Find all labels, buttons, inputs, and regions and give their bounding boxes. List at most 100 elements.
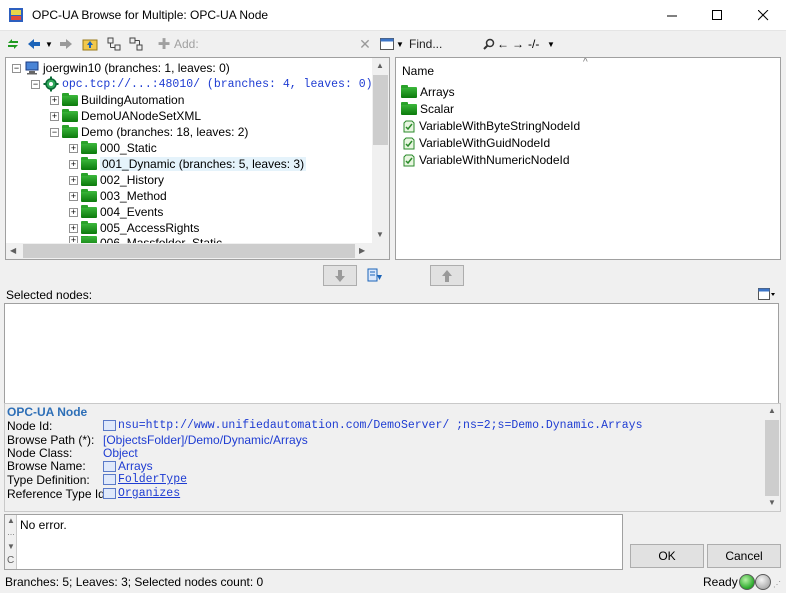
tree-node-label: 002_History — [100, 173, 165, 187]
tree-node[interactable]: − Demo (branches: 18, leaves: 2) — [50, 124, 248, 140]
message-scroll-down-icon[interactable]: ▼ — [7, 542, 15, 551]
collapse-tree-icon[interactable] — [128, 35, 144, 53]
message-more-icon[interactable]: … — [7, 528, 15, 537]
properties-scrollbar[interactable]: ▲ ▼ — [764, 404, 780, 511]
remove-from-selection-button[interactable] — [430, 265, 464, 286]
expand-icon[interactable]: + — [69, 191, 78, 201]
variable-icon — [403, 137, 415, 149]
tree-node-root[interactable]: − joergwin10 (branches: 1, leaves: 0) — [12, 60, 230, 76]
scroll-left-icon[interactable]: ◀ — [10, 246, 16, 255]
list-item[interactable]: VariableWithNumericNodeId — [401, 152, 570, 168]
collapse-icon[interactable]: − — [31, 79, 40, 89]
title-bar[interactable]: OPC-UA Browse for Multiple: OPC-UA Node — [0, 0, 786, 31]
expand-icon[interactable]: + — [69, 143, 78, 153]
find-previous-icon[interactable]: ← — [497, 35, 509, 53]
list-item[interactable]: VariableWithByteStringNodeId — [401, 118, 580, 134]
expand-icon[interactable]: + — [69, 175, 78, 185]
message-scroll-up-icon[interactable]: ▲ — [7, 516, 15, 525]
property-value-reference-type[interactable]: Organizes — [103, 487, 180, 500]
copy-icon[interactable]: C — [7, 555, 14, 566]
column-header-name[interactable]: Name — [402, 64, 434, 78]
resize-grip-icon[interactable]: ⋰ — [773, 580, 781, 589]
search-icon[interactable] — [482, 35, 496, 53]
scroll-up-icon[interactable]: ▲ — [768, 406, 776, 415]
close-button[interactable] — [740, 0, 786, 31]
ok-button[interactable]: OK — [630, 544, 704, 568]
find-options-icon[interactable] — [379, 35, 395, 53]
tree-node[interactable]: + DemoUANodeSetXML — [50, 108, 201, 124]
scroll-thumb[interactable] — [23, 244, 355, 258]
property-value-node-class[interactable]: Object — [103, 446, 138, 460]
list-item-label: Arrays — [420, 85, 455, 99]
variable-icon — [403, 120, 415, 132]
tree-node[interactable]: + BuildingAutomation — [50, 92, 184, 108]
link-icon — [103, 420, 116, 431]
find-options-dropdown-icon[interactable]: ▼ — [396, 35, 404, 53]
property-value-browse-name[interactable]: Arrays — [103, 459, 153, 473]
expand-icon[interactable]: + — [50, 95, 59, 105]
back-arrow-icon[interactable] — [26, 35, 42, 53]
tree-node[interactable]: + 000_Static — [69, 140, 157, 156]
property-label: Type Definition: — [7, 473, 90, 487]
find-input[interactable] — [409, 36, 479, 51]
tree-node[interactable]: + 004_Events — [69, 204, 163, 220]
tree-node-label: Demo (branches: 18, leaves: 2) — [81, 125, 249, 139]
find-scope-dropdown-icon[interactable]: ▼ — [547, 35, 555, 53]
tree-node-server[interactable]: − opc.tcp://...:48010/ (branches: 4, lea… — [31, 76, 373, 92]
find-next-icon[interactable]: → — [512, 35, 524, 53]
up-folder-icon[interactable] — [81, 35, 99, 53]
refresh-icon[interactable] — [5, 35, 21, 53]
expand-icon[interactable]: + — [69, 207, 78, 217]
link-icon — [103, 488, 116, 499]
list-item[interactable]: Scalar — [401, 101, 454, 117]
folder-icon — [401, 101, 417, 115]
scroll-down-icon[interactable]: ▼ — [768, 498, 776, 507]
list-item[interactable]: VariableWithGuidNodeId — [401, 135, 550, 151]
tree-node[interactable]: + 005_AccessRights — [69, 220, 199, 236]
expand-icon[interactable]: + — [50, 111, 59, 121]
tree-node[interactable]: + 002_History — [69, 172, 164, 188]
tree-node-label: 000_Static — [100, 141, 157, 155]
tree-node[interactable]: + 003_Method — [69, 188, 167, 204]
forward-arrow-icon[interactable] — [58, 35, 74, 53]
tree-node-label: 004_Events — [100, 205, 164, 219]
expand-tree-icon[interactable] — [106, 35, 122, 53]
add-icon[interactable]: ✚ — [157, 35, 171, 53]
tree-node-selected[interactable]: + 001_Dynamic (branches: 5, leaves: 3) — [69, 156, 307, 172]
property-value-type-definition[interactable]: FolderType — [103, 473, 187, 486]
collapse-icon[interactable]: − — [12, 63, 21, 73]
address-space-tree[interactable]: − joergwin10 (branches: 1, leaves: 0) − … — [5, 57, 390, 260]
link-icon — [103, 474, 116, 485]
clear-find-icon[interactable]: ✕ — [358, 35, 372, 53]
scroll-thumb[interactable] — [765, 420, 779, 496]
node-list[interactable]: ^ Name Arrays Scalar VariableWithByteStr… — [395, 57, 781, 260]
view-options-button[interactable] — [756, 287, 778, 301]
cancel-button[interactable]: Cancel — [707, 544, 781, 568]
property-value-browse-path[interactable]: [ObjectsFolder]/Demo/Dynamic/Arrays — [103, 433, 308, 447]
expand-icon[interactable]: + — [69, 159, 78, 169]
message-text: No error. — [20, 518, 67, 532]
scroll-corner — [372, 243, 389, 259]
folder-icon — [62, 124, 78, 138]
status-grey-light-icon — [755, 574, 771, 590]
scroll-down-icon[interactable]: ▼ — [376, 230, 384, 239]
find-scope[interactable]: -/- — [528, 35, 539, 53]
minimize-button[interactable] — [649, 0, 695, 31]
link-icon — [103, 460, 116, 472]
list-item[interactable]: Arrays — [401, 84, 455, 100]
scroll-up-icon[interactable]: ▲ — [376, 61, 384, 70]
tree-vertical-scrollbar[interactable]: ▲ ▼ — [372, 58, 389, 243]
list-item-label: VariableWithByteStringNodeId — [419, 119, 581, 133]
tree-horizontal-scrollbar[interactable]: ◀ ▶ — [6, 243, 372, 259]
scroll-right-icon[interactable]: ▶ — [359, 246, 365, 255]
scroll-thumb[interactable] — [373, 75, 388, 145]
back-dropdown-icon[interactable]: ▼ — [44, 35, 54, 53]
expand-icon[interactable]: + — [69, 223, 78, 233]
property-value-node-id[interactable]: nsu=http://www.unifiedautomation.com/Dem… — [103, 419, 643, 432]
collapse-icon[interactable]: − — [50, 127, 59, 137]
add-all-to-selection-button[interactable] — [364, 265, 386, 286]
folder-icon — [62, 92, 78, 106]
add-to-selection-button[interactable] — [323, 265, 357, 286]
maximize-button[interactable] — [694, 0, 740, 31]
property-label: Node Class: — [7, 446, 73, 460]
